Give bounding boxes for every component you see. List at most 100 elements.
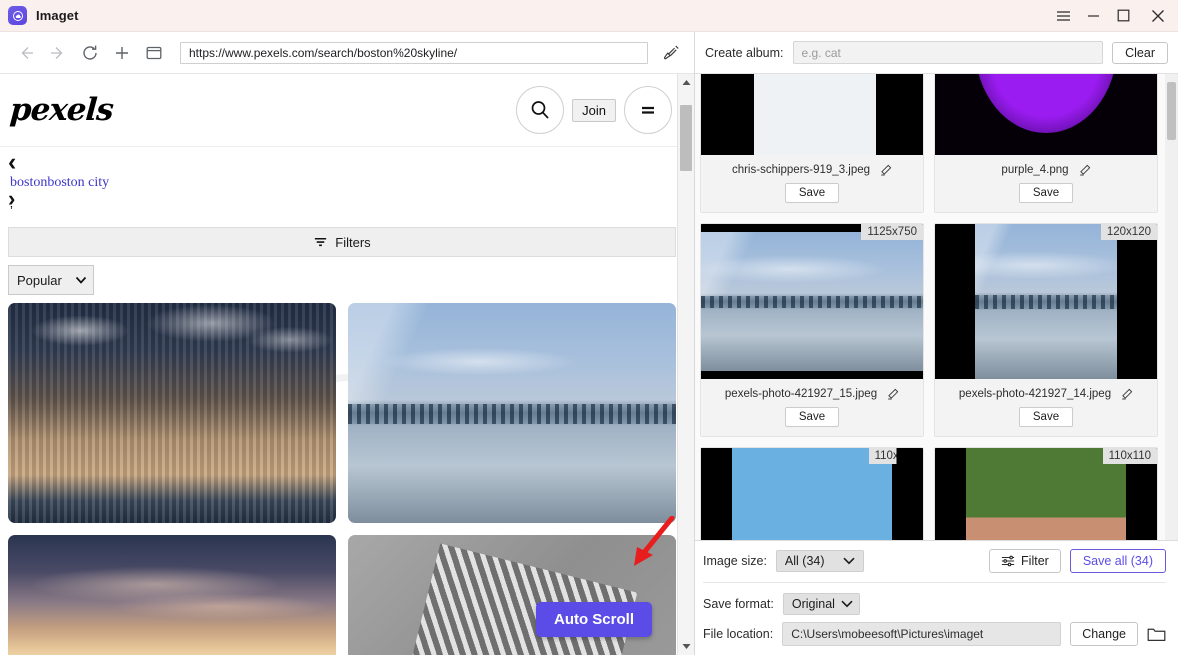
back-arrow-icon[interactable]	[12, 39, 40, 67]
panel-scrollbar-thumb[interactable]	[1167, 82, 1176, 140]
photo-item[interactable]	[8, 535, 336, 655]
pexels-logo[interactable]: pexels	[9, 92, 114, 128]
save-format-dropdown[interactable]: Original	[782, 593, 860, 615]
toolbar-actions: Filter Save all (34)	[989, 549, 1166, 573]
card-thumbnail[interactable]	[935, 74, 1157, 155]
save-button[interactable]: Save	[1018, 407, 1074, 427]
photo-item[interactable]	[8, 303, 336, 523]
chevron-down-icon	[75, 276, 87, 284]
image-card: 110x110	[700, 447, 924, 540]
forward-arrow-icon[interactable]	[44, 39, 72, 67]
sort-value: Popular	[17, 272, 62, 288]
folder-icon[interactable]	[1147, 626, 1166, 643]
save-button[interactable]: Save	[784, 407, 840, 427]
thumbnail-image	[935, 224, 1157, 379]
close-icon	[1152, 9, 1164, 22]
tag-next-arrow[interactable]: ›	[8, 188, 694, 210]
auto-scroll-button[interactable]: Auto Scroll	[535, 602, 652, 637]
clear-button[interactable]: Clear	[1112, 41, 1168, 64]
filters-button[interactable]: Filters	[8, 227, 676, 257]
search-icon	[531, 101, 549, 119]
reload-icon[interactable]	[76, 39, 104, 67]
save-button[interactable]: Save	[784, 183, 840, 203]
main-split: https://www.pexels.com/search/boston%20s…	[0, 32, 1178, 655]
change-location-button[interactable]: Change	[1070, 622, 1138, 646]
annotation-arrow	[628, 515, 676, 573]
thumbnail-scroll-area: chris-schippers-919_3.jpeg Save purple_4…	[695, 74, 1178, 540]
save-format-label: Save format:	[703, 597, 774, 611]
album-name-input[interactable]: e.g. cat	[792, 41, 1104, 64]
photo-item[interactable]	[348, 535, 676, 655]
card-thumbnail[interactable]: 1125x750	[701, 224, 923, 379]
photo-item[interactable]	[348, 303, 676, 523]
bottom-toolbar: Image size: All (34) Filter Save all (34…	[695, 540, 1178, 655]
thumbnail-grid: chris-schippers-919_3.jpeg Save purple_4…	[695, 74, 1178, 540]
search-button[interactable]	[516, 86, 565, 134]
imaget-window: Imaget https://www.pexels.com/search/bos…	[0, 0, 1178, 655]
pexels-header-actions: Join	[516, 86, 672, 134]
card-save-row: Save	[701, 176, 923, 212]
thumbnail-image	[935, 74, 1157, 155]
web-page: pexels Join ‹ bostonboston city › ’ Filt…	[0, 74, 694, 655]
filter-icon	[315, 237, 327, 246]
filter-button[interactable]: Filter	[989, 549, 1061, 573]
window-icon[interactable]	[140, 39, 168, 67]
scroll-up-arrow[interactable]	[682, 74, 691, 91]
dimensions-badge: 110x110	[1102, 448, 1157, 464]
minimize-button[interactable]	[1078, 0, 1108, 32]
hamburger-icon	[1056, 10, 1070, 21]
app-title: Imaget	[36, 8, 79, 23]
thumbnail-image	[701, 74, 923, 155]
tag-links[interactable]: bostonboston city	[8, 171, 694, 191]
filters-label: Filters	[335, 234, 371, 250]
menu-button[interactable]	[1048, 0, 1078, 32]
create-album-bar: Create album: e.g. cat Clear	[695, 32, 1178, 74]
card-filename: chris-schippers-919_3.jpeg	[731, 164, 871, 176]
photo-column-left	[8, 303, 336, 655]
filter-label: Filter	[1021, 554, 1049, 568]
card-save-row: Save	[935, 400, 1157, 436]
join-button[interactable]: Join	[572, 98, 616, 122]
card-thumbnail[interactable]: 110x110	[701, 448, 923, 540]
pexels-header: pexels Join	[0, 74, 694, 146]
save-format-value: Original	[791, 597, 835, 611]
plus-icon[interactable]	[108, 39, 136, 67]
close-button[interactable]	[1138, 0, 1178, 32]
file-location-input[interactable]: C:\Users\mobeesoft\Pictures\imaget	[782, 622, 1062, 646]
pencil-icon[interactable]	[1121, 388, 1133, 400]
thumbnail-image	[701, 448, 923, 540]
pexels-menu-button[interactable]	[624, 86, 672, 134]
maximize-button[interactable]	[1108, 0, 1138, 32]
tag-prev-arrow[interactable]: ‹	[8, 150, 694, 175]
pencil-icon[interactable]	[880, 164, 892, 176]
save-button[interactable]: Save	[1018, 183, 1074, 203]
dimensions-badge: 1125x750	[861, 224, 923, 240]
panel-scrollbar[interactable]	[1165, 74, 1178, 540]
image-size-dropdown[interactable]: All (34)	[775, 550, 864, 572]
broom-icon[interactable]	[658, 40, 684, 66]
card-thumbnail[interactable]: 110x110	[935, 448, 1157, 540]
window-controls	[1048, 0, 1178, 32]
chevron-down-icon	[842, 557, 855, 565]
image-card: 110x110	[934, 447, 1158, 540]
square-icon	[1117, 9, 1129, 22]
save-all-button[interactable]: Save all (34)	[1069, 549, 1166, 573]
pencil-icon[interactable]	[887, 388, 899, 400]
scrollbar-thumb[interactable]	[680, 105, 692, 171]
browser-pane: https://www.pexels.com/search/boston%20s…	[0, 32, 695, 655]
image-card: 120x120 pexels-photo-421927_14.jpeg Save	[934, 223, 1158, 437]
toolbar-row-size: Image size: All (34) Filter Save all (34…	[703, 549, 1166, 583]
card-thumbnail[interactable]	[701, 74, 923, 155]
pencil-icon[interactable]	[1079, 164, 1091, 176]
card-thumbnail[interactable]: 120x120	[935, 224, 1157, 379]
title-bar: Imaget	[0, 0, 1178, 32]
card-name-row: pexels-photo-421927_14.jpeg	[935, 379, 1157, 400]
hamburger-menu-icon	[642, 106, 654, 114]
photo-grid	[0, 295, 694, 655]
file-location-label: File location:	[703, 627, 774, 641]
sliders-icon	[1001, 555, 1015, 567]
url-input[interactable]: https://www.pexels.com/search/boston%20s…	[180, 41, 648, 64]
card-name-row: pexels-photo-421927_15.jpeg	[701, 379, 923, 400]
minus-icon	[1087, 14, 1099, 17]
sort-dropdown[interactable]: Popular	[8, 265, 94, 295]
